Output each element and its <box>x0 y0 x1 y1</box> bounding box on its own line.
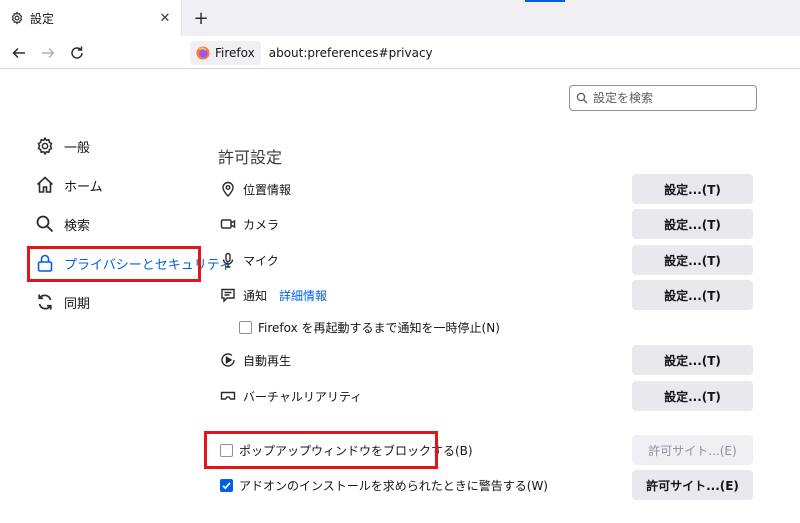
permission-label: 自動再生 <box>243 353 292 368</box>
tab-title: 設定 <box>30 11 55 26</box>
sidebar-item-label: ホーム <box>64 179 103 195</box>
gear-icon <box>35 136 55 156</box>
permission-label: マイク <box>243 253 279 268</box>
permission-label: 位置情報 <box>243 182 292 197</box>
tab-accent-line <box>525 0 565 2</box>
close-tab-icon[interactable]: ✕ <box>155 8 175 28</box>
camera-settings-button[interactable]: 設定...(T) <box>632 209 753 239</box>
sidebar-item-search[interactable]: 検索 <box>35 211 90 237</box>
notifications-settings-button[interactable]: 設定...(T) <box>632 280 753 310</box>
addon-exceptions-button[interactable]: 許可サイト...(E) <box>632 470 753 500</box>
permission-label: 通知 <box>243 288 268 303</box>
sidebar-item-label: 検索 <box>64 218 91 234</box>
pause-notifications-label: Firefox を再起動するまで通知を一時停止(N) <box>258 320 500 335</box>
pause-notifications-checkbox[interactable] <box>239 320 252 334</box>
permission-row-autoplay: 自動再生 <box>220 349 291 371</box>
search-icon <box>576 92 588 104</box>
reload-icon[interactable] <box>66 42 88 64</box>
forward-arrow-icon[interactable] <box>37 42 59 64</box>
location-settings-button[interactable]: 設定...(T) <box>632 174 753 204</box>
sidebar-item-general[interactable]: 一般 <box>35 133 90 159</box>
permission-label: カメラ <box>243 217 280 232</box>
highlight-box-privacy <box>27 246 201 282</box>
permission-row-microphone: マイク <box>220 249 279 271</box>
camera-icon <box>220 216 236 232</box>
permission-row-camera: カメラ <box>220 213 279 235</box>
gear-icon <box>10 11 24 25</box>
microphone-icon <box>220 252 236 268</box>
tab-settings[interactable]: 設定 ✕ <box>0 0 182 36</box>
settings-search-box[interactable] <box>569 85 757 111</box>
back-arrow-icon[interactable] <box>8 42 30 64</box>
url-text[interactable]: about:preferences#privacy <box>269 46 433 60</box>
autoplay-settings-button[interactable]: 設定...(T) <box>632 345 753 375</box>
permissions-section-title: 許可設定 <box>218 148 283 167</box>
permission-label: バーチャルリアリティ <box>243 389 363 404</box>
tab-strip: 設定 ✕ + <box>0 0 800 36</box>
pause-notifications-option[interactable]: Firefox を再起動するまで通知を一時停止(N) <box>239 316 500 338</box>
permission-row-vr: バーチャルリアリティ <box>220 385 362 407</box>
navigation-bar: Firefox about:preferences#privacy <box>0 36 800 69</box>
popup-exceptions-button[interactable]: 許可サイト...(E) <box>632 435 753 465</box>
vr-settings-button[interactable]: 設定...(T) <box>632 381 753 411</box>
identity-label: Firefox <box>215 46 255 60</box>
location-icon <box>220 181 236 197</box>
new-tab-button[interactable]: + <box>190 7 212 29</box>
search-icon <box>35 214 55 234</box>
highlight-box-popups <box>204 431 438 469</box>
sync-icon <box>35 292 55 312</box>
search-input[interactable] <box>593 91 743 105</box>
notification-icon <box>220 287 236 303</box>
home-icon <box>35 175 55 195</box>
sidebar-item-label: 一般 <box>64 140 91 156</box>
microphone-settings-button[interactable]: 設定...(T) <box>632 245 753 275</box>
permission-row-location: 位置情報 <box>220 178 291 200</box>
learn-more-link[interactable]: 詳細情報 <box>279 287 327 304</box>
identity-box[interactable]: Firefox <box>190 41 261 65</box>
sidebar-item-label: 同期 <box>64 296 91 312</box>
sidebar-item-home[interactable]: ホーム <box>35 172 103 198</box>
warn-addons-checkbox[interactable] <box>220 478 233 492</box>
vr-icon <box>220 388 236 404</box>
permission-row-notifications: 通知 詳細情報 <box>220 284 327 306</box>
firefox-logo-icon <box>196 46 210 60</box>
autoplay-icon <box>220 352 236 368</box>
url-bar[interactable]: Firefox about:preferences#privacy <box>190 41 800 65</box>
warn-addons-label: アドオンのインストールを求められたときに警告する(W) <box>239 478 548 493</box>
sidebar-item-sync[interactable]: 同期 <box>35 289 90 315</box>
warn-addons-option[interactable]: アドオンのインストールを求められたときに警告する(W) <box>220 474 548 496</box>
